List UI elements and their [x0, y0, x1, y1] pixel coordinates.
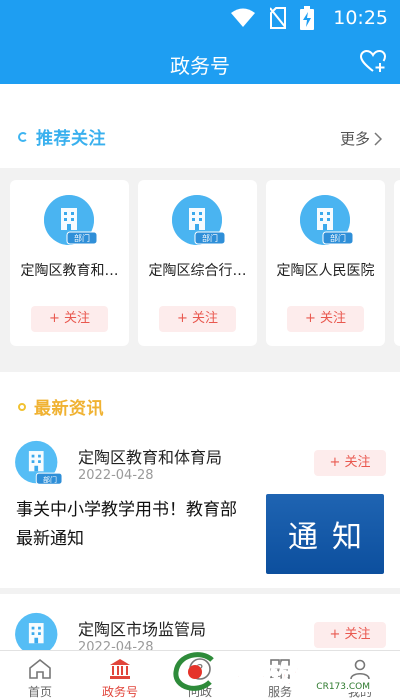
chevron-right-icon: [374, 131, 382, 146]
department-badge: 部门: [74, 234, 90, 243]
tab-home[interactable]: 首页: [0, 651, 80, 700]
status-time: 10:25: [333, 7, 388, 29]
department-avatar: 部门: [14, 440, 64, 490]
post-org-name: 定陶区市场监管局: [78, 620, 207, 639]
tab-label: 政务号: [101, 685, 138, 699]
department-badge: 部门: [330, 234, 346, 243]
more-link[interactable]: 更多: [340, 128, 382, 149]
section-marker-icon: [18, 402, 26, 411]
recommended-cards: 部门 定陶区教育和… + 关注 部门 定陶区综合行… + 关注 部门 定陶区人民…: [0, 168, 400, 358]
department-avatar: 部门: [43, 194, 98, 252]
top-bar: 10:25 政务号: [0, 0, 400, 84]
post-org-name: 定陶区教育和体育局: [78, 448, 223, 467]
app-screen: 10:25 政务号 推荐关注 更多 部门 定陶区教育和… + 关注 部门 定陶区…: [0, 0, 400, 700]
recommend-card[interactable]: 部门 定陶区综合行… + 关注: [138, 180, 257, 346]
favorite-add-icon[interactable]: [360, 50, 386, 74]
recommend-card[interactable]: 部门 定陶区教育和… + 关注: [10, 180, 129, 346]
wifi-icon: [231, 8, 255, 27]
news-section: 最新资讯 部门 定陶区教育和体育局 2022-04-28 + 关注 事关中小学教…: [0, 372, 400, 588]
page-title: 政务号: [170, 54, 230, 78]
recommend-card-peek[interactable]: [394, 180, 400, 346]
more-label: 更多: [339, 130, 370, 148]
follow-button[interactable]: + 关注: [314, 622, 386, 648]
recommend-card[interactable]: 部门 定陶区人民医院 + 关注: [266, 180, 385, 346]
watermark-swirl-icon: [173, 652, 214, 691]
follow-button[interactable]: + 关注: [314, 450, 386, 476]
card-name: 定陶区教育和…: [20, 263, 119, 279]
follow-button[interactable]: + 关注: [159, 306, 236, 332]
government-building-icon: [110, 659, 130, 679]
watermark-logo: 西西软件园 CR173.COM: [172, 650, 382, 694]
card-name: 定陶区人民医院: [276, 263, 375, 279]
tab-label: 首页: [27, 685, 52, 699]
recommended-header: 推荐关注 更多: [0, 84, 400, 168]
department-avatar: 部门: [171, 194, 226, 252]
thumbnail-text: 通知: [288, 520, 376, 555]
section-title-news: 最新资讯: [18, 394, 104, 419]
follow-button[interactable]: + 关注: [287, 306, 364, 332]
post-date: 2022-04-28: [78, 468, 154, 483]
home-icon: [29, 658, 51, 679]
watermark-subtext: CR173.COM: [314, 682, 372, 692]
news-post-2[interactable]: 定陶区市场监管局 2022-04-28 + 关注: [0, 594, 400, 656]
department-badge: 部门: [43, 476, 57, 484]
section-label: 推荐关注: [36, 129, 106, 149]
department-badge: 部门: [202, 234, 218, 243]
section-title-recommended: 推荐关注: [18, 124, 106, 149]
follow-button[interactable]: + 关注: [31, 306, 108, 332]
status-icons: [230, 6, 314, 30]
tab-gov-accounts[interactable]: 政务号: [80, 651, 160, 700]
status-bar: 10:25: [0, 0, 400, 36]
post-text[interactable]: 事关中小学教学用书！教育部最新通知: [16, 496, 252, 554]
card-name: 定陶区综合行…: [148, 263, 247, 279]
post-header[interactable]: 部门 定陶区教育和体育局 2022-04-28 + 关注: [14, 438, 386, 488]
department-avatar: 部门: [299, 194, 354, 252]
post-thumbnail[interactable]: 通知: [266, 494, 384, 574]
section-label: 最新资讯: [34, 399, 104, 419]
section-marker-icon: [18, 131, 28, 142]
battery-charging-icon: [300, 6, 314, 30]
no-sim-icon: [270, 7, 286, 29]
